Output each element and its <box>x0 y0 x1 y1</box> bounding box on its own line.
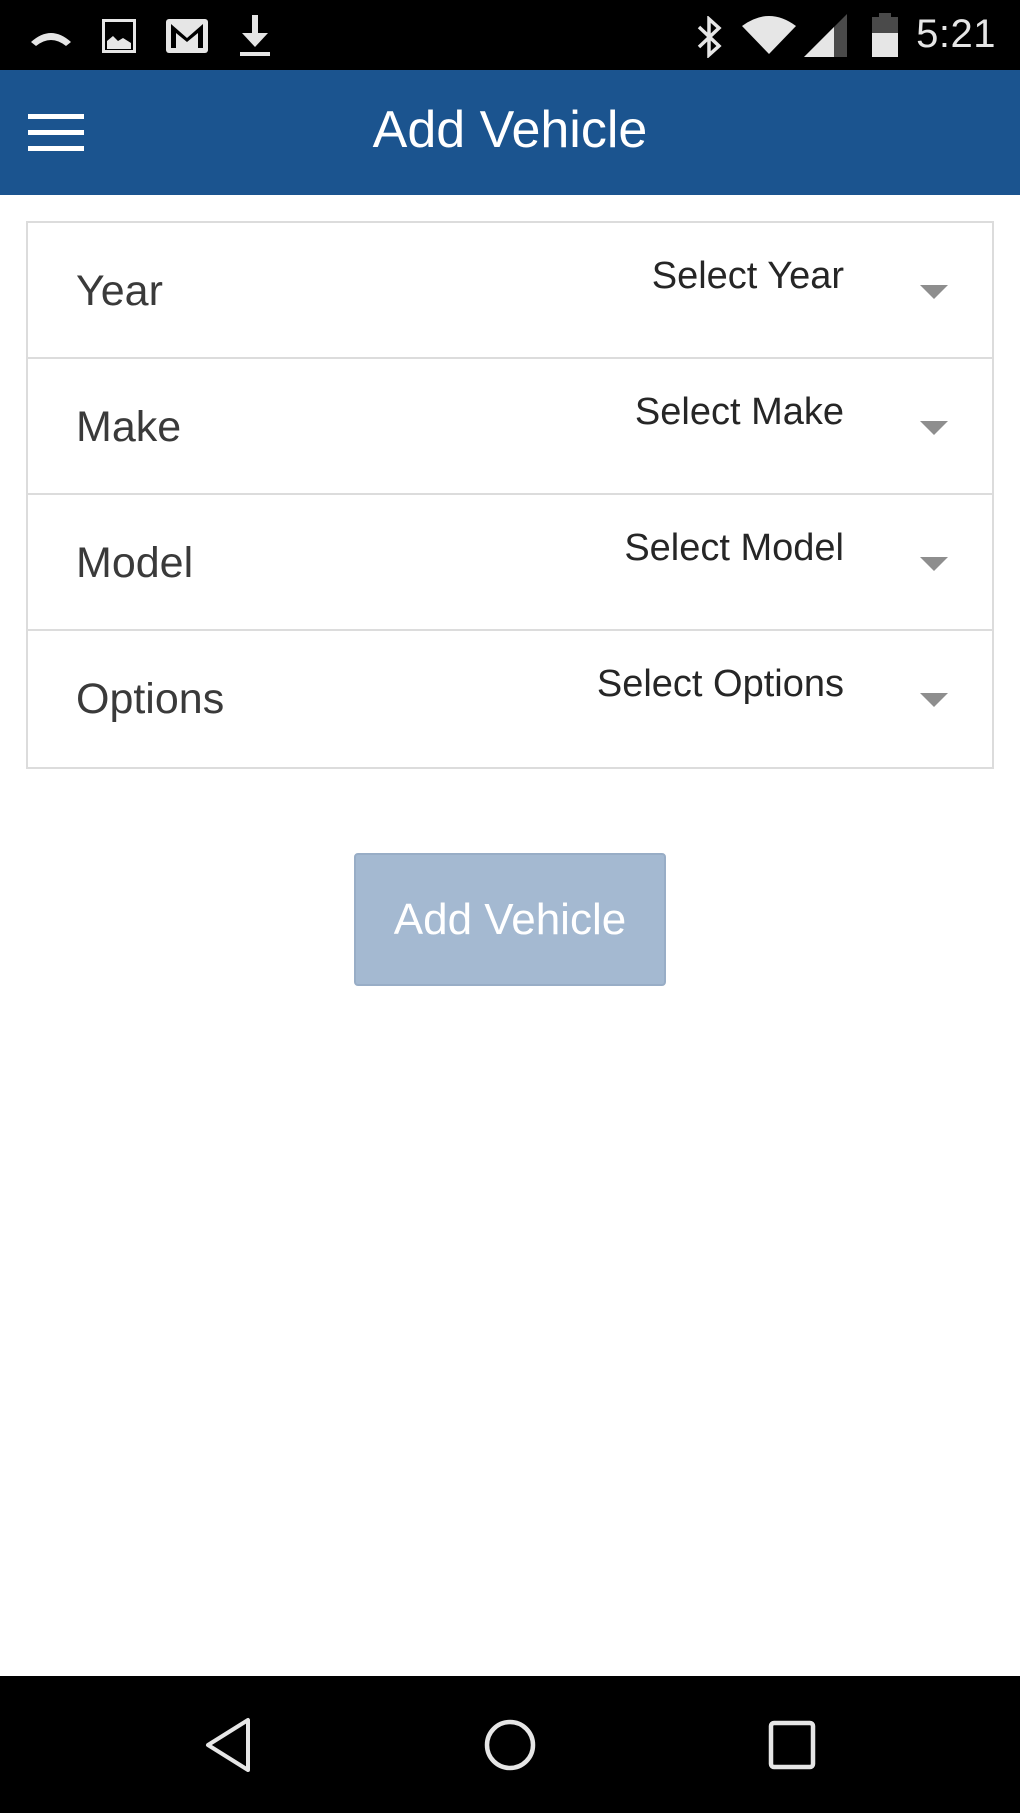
bluetooth-icon <box>697 16 722 58</box>
add-vehicle-button[interactable]: Add Vehicle <box>354 853 666 986</box>
year-select[interactable]: Year Select Year <box>28 223 992 359</box>
home-icon[interactable] <box>475 1712 545 1778</box>
chevron-down-icon <box>920 693 948 707</box>
model-label: Model <box>76 539 194 587</box>
model-value: Select Model <box>624 527 844 569</box>
chevron-down-icon <box>920 285 948 299</box>
make-select[interactable]: Make Select Make <box>28 359 992 495</box>
options-value: Select Options <box>596 663 844 705</box>
vehicle-form: Year Select Year Make Select Make Model … <box>26 221 994 769</box>
battery-icon <box>872 13 898 57</box>
missed-call-icon <box>31 33 71 46</box>
app-bar: Add Vehicle <box>0 70 1020 195</box>
wifi-icon <box>742 16 796 54</box>
cell-signal-icon <box>804 14 847 57</box>
image-icon <box>102 19 136 53</box>
system-nav-bar <box>0 1676 1020 1813</box>
chevron-down-icon <box>920 421 948 435</box>
make-label: Make <box>76 403 182 451</box>
download-icon <box>240 15 270 56</box>
year-label: Year <box>76 267 163 315</box>
gmail-icon <box>166 19 208 53</box>
clock: 5:21 <box>916 12 996 56</box>
recents-icon[interactable] <box>758 1712 828 1778</box>
chevron-down-icon <box>920 557 948 571</box>
model-select[interactable]: Model Select Model <box>28 495 992 631</box>
year-value: Select Year <box>651 255 844 297</box>
back-icon[interactable] <box>196 1712 266 1778</box>
options-label: Options <box>76 675 225 723</box>
page-title: Add Vehicle <box>372 101 648 159</box>
status-bar: 5:21 <box>0 0 1020 70</box>
make-value: Select Make <box>634 391 844 433</box>
options-select[interactable]: Options Select Options <box>28 631 992 767</box>
